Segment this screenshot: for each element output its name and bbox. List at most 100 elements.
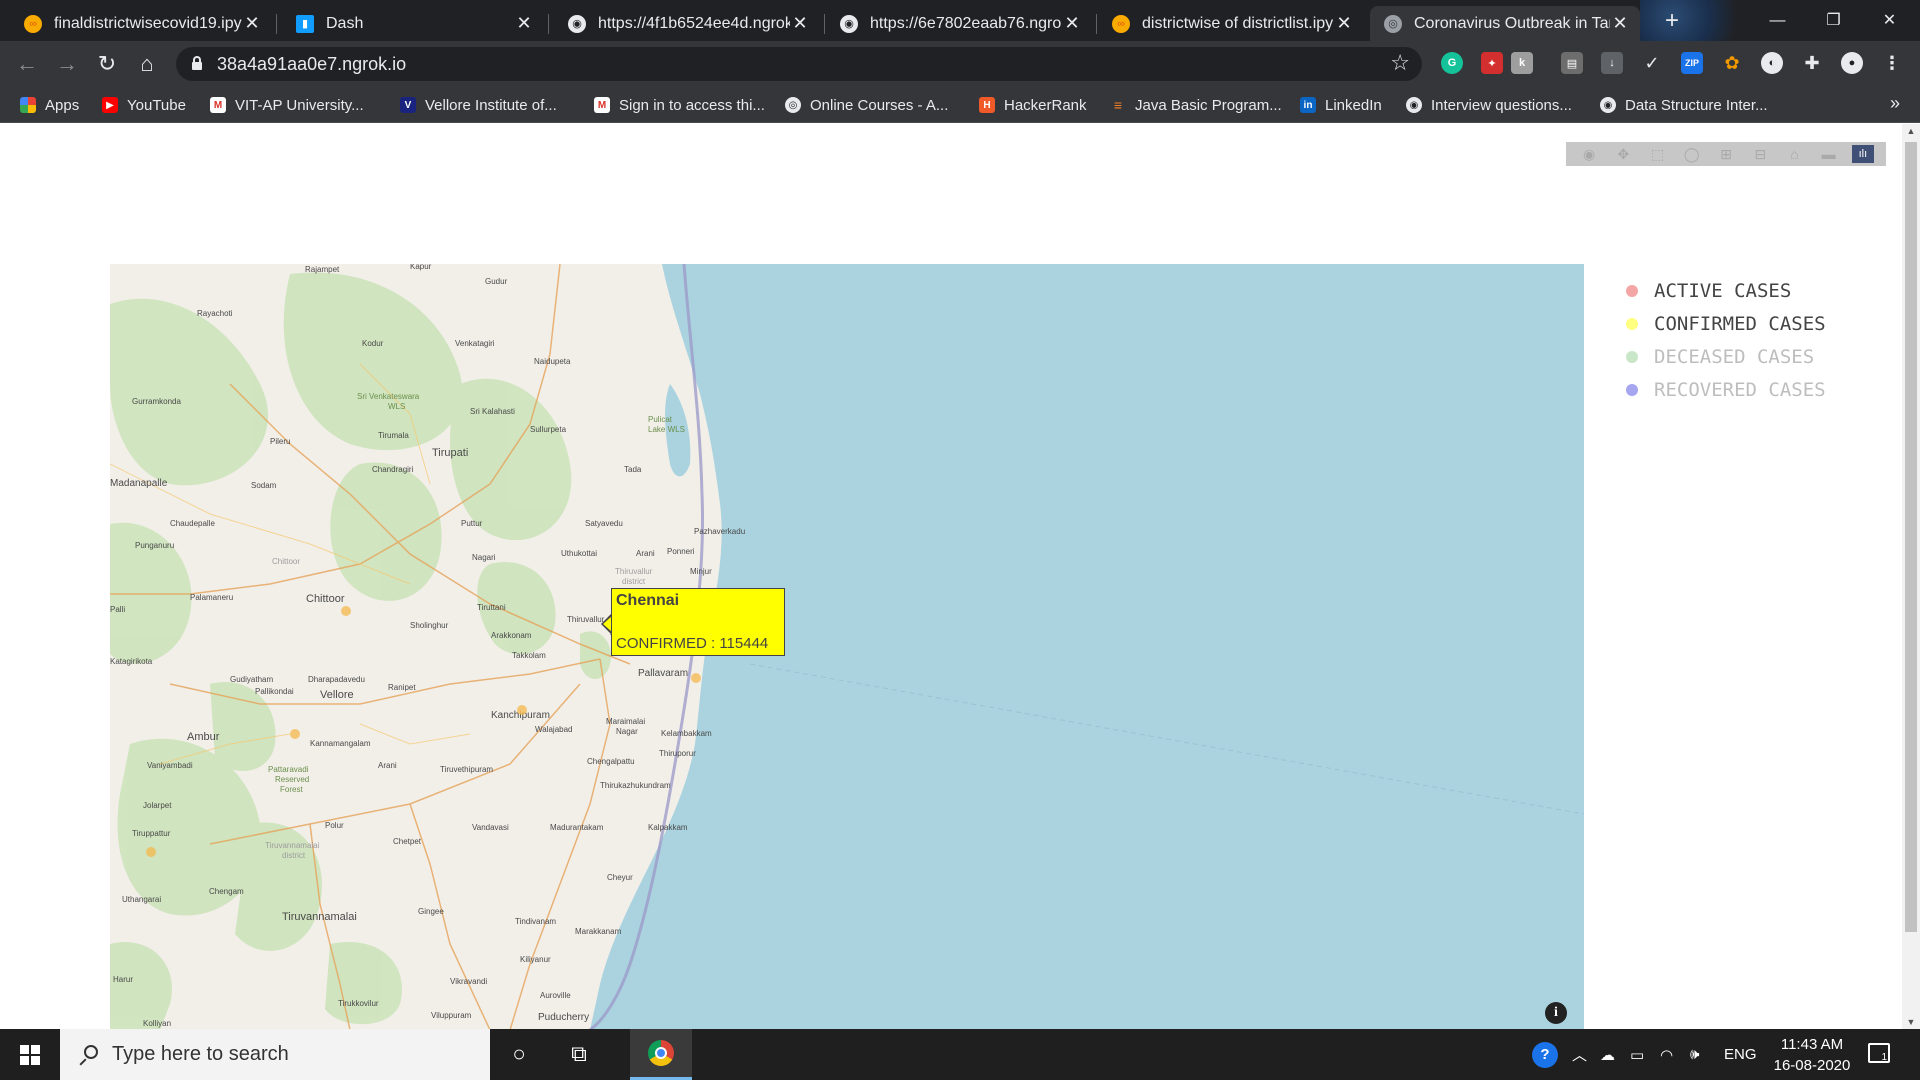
svg-text:Tiruvannamalai: Tiruvannamalai [282,911,357,923]
help-icon[interactable]: ? [1532,1029,1558,1080]
address-bar[interactable]: 38a4a91aa0e7.ngrok.io ☆ [176,47,1422,81]
svg-text:Chengalpattu: Chengalpattu [587,757,635,766]
legend-item-confirmed[interactable]: CONFIRMED CASES [1626,307,1896,340]
plotly-logo-icon[interactable]: ılı [1851,145,1874,163]
bookmark-vellore-institute[interactable]: V Vellore Institute of... [400,93,557,117]
svg-text:Pallikondai: Pallikondai [255,687,294,696]
legend-item-deceased[interactable]: DECEASED CASES [1626,340,1896,373]
extension-icon[interactable]: ✦ [1481,52,1503,74]
close-window-button[interactable]: ✕ [1862,0,1917,41]
wifi-icon[interactable]: ◠ [1660,1029,1673,1080]
bookmark-interview-questions[interactable]: ◉ Interview questions... [1406,93,1572,117]
legend-item-recovered[interactable]: RECOVERED CASES [1626,373,1896,406]
zip-extension-icon[interactable]: ZIP [1681,52,1703,74]
check-extension-icon[interactable]: ✓ [1641,52,1663,74]
menu-kebab-icon[interactable]: ⋮ [1881,52,1903,74]
scroll-up-arrow-icon[interactable]: ▲ [1905,126,1917,136]
onedrive-icon[interactable]: ☁ [1600,1029,1615,1080]
bookmark-linkedin[interactable]: in LinkedIn [1300,93,1382,117]
legend-label: CONFIRMED CASES [1654,312,1826,335]
volume-icon[interactable]: 🕪 [1690,1029,1699,1080]
tab-dash[interactable]: ▮ Dash ✕ [282,6,544,41]
forward-button[interactable]: → [52,49,82,79]
battery-icon[interactable]: ▭ [1630,1029,1644,1080]
map-area[interactable]: Rajampet Kapur Gudur Rayachoti Kodur Venkata… [110,264,1584,1029]
zoom-in-icon[interactable]: ⊞ [1715,145,1737,163]
close-tab-icon[interactable]: ✕ [1062,13,1082,34]
svg-text:Jolarpet: Jolarpet [143,801,172,810]
close-tab-icon[interactable]: ✕ [242,13,262,34]
bookmark-sign-in[interactable]: M Sign in to access thi... [594,93,765,117]
page-scrollbar[interactable]: ▲ ▼ [1902,124,1920,1029]
svg-text:Gudiyatham: Gudiyatham [230,675,273,684]
lasso-icon[interactable]: ◯ [1681,145,1703,163]
tab-colab-finaldistrictwise[interactable]: ∞ finaldistrictwisecovid19.ipynb ✕ [10,6,272,41]
language-indicator[interactable]: ENG [1724,1029,1757,1080]
svg-text:Pallavaram: Pallavaram [638,668,688,679]
svg-text:Nagar: Nagar [616,727,638,736]
legend-item-active[interactable]: ACTIVE CASES [1626,274,1896,307]
close-tab-icon[interactable]: ✕ [1610,13,1630,34]
bookmark-data-structure[interactable]: ◉ Data Structure Inter... [1600,93,1768,117]
extensions-puzzle-icon[interactable]: ✚ [1801,52,1823,74]
chrome-taskbar-icon[interactable] [630,1029,692,1080]
maximize-button[interactable]: ❐ [1806,0,1861,41]
bookmark-label: YouTube [127,96,186,114]
close-tab-icon[interactable]: ✕ [1334,13,1354,34]
bookmark-youtube[interactable]: ▶ YouTube [102,93,186,117]
url-text[interactable]: 38a4a91aa0e7.ngrok.io [217,54,406,75]
bookmark-vit-ap[interactable]: M VIT-AP University... [210,93,364,117]
cookie-extension-icon[interactable]: ✿ [1721,52,1743,74]
grammarly-extension-icon[interactable]: G [1441,52,1463,74]
extension-icon[interactable]: ◐ [1761,52,1783,74]
pan-icon[interactable]: ✥ [1612,145,1634,163]
profile-avatar[interactable]: ● [1841,52,1863,74]
cortana-icon[interactable]: ○ [506,1041,532,1067]
svg-text:Forest: Forest [280,785,303,794]
bookmark-java-basic[interactable]: ≡ Java Basic Program... [1110,93,1282,117]
taskbar-search-box[interactable]: Type here to search [60,1029,490,1080]
tab-coronavirus-outbreak[interactable]: ◎ Coronavirus Outbreak in Tamil Nadu ✕ [1370,6,1640,41]
windows-start-icon[interactable] [20,1045,40,1065]
lock-icon[interactable] [192,56,202,70]
home-icon[interactable]: ⌂ [1783,145,1805,163]
bookmark-label: LinkedIn [1325,96,1382,114]
system-clock[interactable]: 11:43 AM 16-08-2020 [1762,1034,1862,1076]
home-button[interactable]: ⌂ [132,49,162,79]
bookmark-hackerrank[interactable]: H HackerRank [979,93,1087,117]
new-tab-button[interactable]: + [1657,6,1687,36]
scroll-down-arrow-icon[interactable]: ▼ [1905,1017,1917,1027]
task-view-icon[interactable]: ⧉ [566,1041,592,1067]
tab-ngrok-6e78[interactable]: ◉ https://6e7802eaab76.ngrok.io ✕ [826,6,1092,41]
bookmark-online-courses[interactable]: ◎ Online Courses - A... [785,93,948,117]
tab-ngrok-4f1b[interactable]: ◉ https://4f1b6524ee4d.ngrok.io ✕ [554,6,820,41]
scrollbar-thumb[interactable] [1905,142,1917,932]
toggle-spike-icon[interactable]: ▬ [1818,145,1840,163]
extension-icon[interactable]: k [1511,52,1533,74]
svg-text:Pazhaverkadu: Pazhaverkadu [694,527,745,536]
image-extension-icon[interactable]: ▤ [1561,52,1583,74]
camera-icon[interactable]: ◉ [1578,145,1600,163]
tab-colab-districtwise[interactable]: ∞ districtwise of districtlist.ipynb ✕ [1098,6,1364,41]
download-extension-icon[interactable]: ↓ [1601,52,1623,74]
action-center-icon[interactable]: 1 [1868,1043,1890,1063]
reload-button[interactable]: ↻ [92,49,122,79]
back-button[interactable]: ← [12,49,42,79]
close-tab-icon[interactable]: ✕ [790,13,810,34]
show-hidden-icons-chevron[interactable]: ︿ [1572,1029,1587,1080]
box-select-icon[interactable]: ⬚ [1647,145,1669,163]
svg-text:Sullurpeta: Sullurpeta [530,425,567,434]
close-tab-icon[interactable]: ✕ [514,13,534,34]
bookmark-star-icon[interactable]: ☆ [1390,50,1410,76]
minimize-button[interactable]: — [1750,0,1805,41]
svg-text:Ponneri: Ponneri [667,547,695,556]
bookmarks-overflow-button[interactable]: » [1890,93,1900,114]
youtube-icon: ▶ [102,97,118,113]
svg-text:WLS: WLS [388,402,405,411]
gmail-icon: M [210,97,226,113]
zoom-out-icon[interactable]: ⊟ [1749,145,1771,163]
bookmark-apps[interactable]: Apps [20,93,79,117]
svg-text:Gudur: Gudur [485,277,508,286]
svg-text:Madanapalle: Madanapalle [110,478,168,489]
map-info-icon[interactable]: i [1545,1002,1567,1024]
